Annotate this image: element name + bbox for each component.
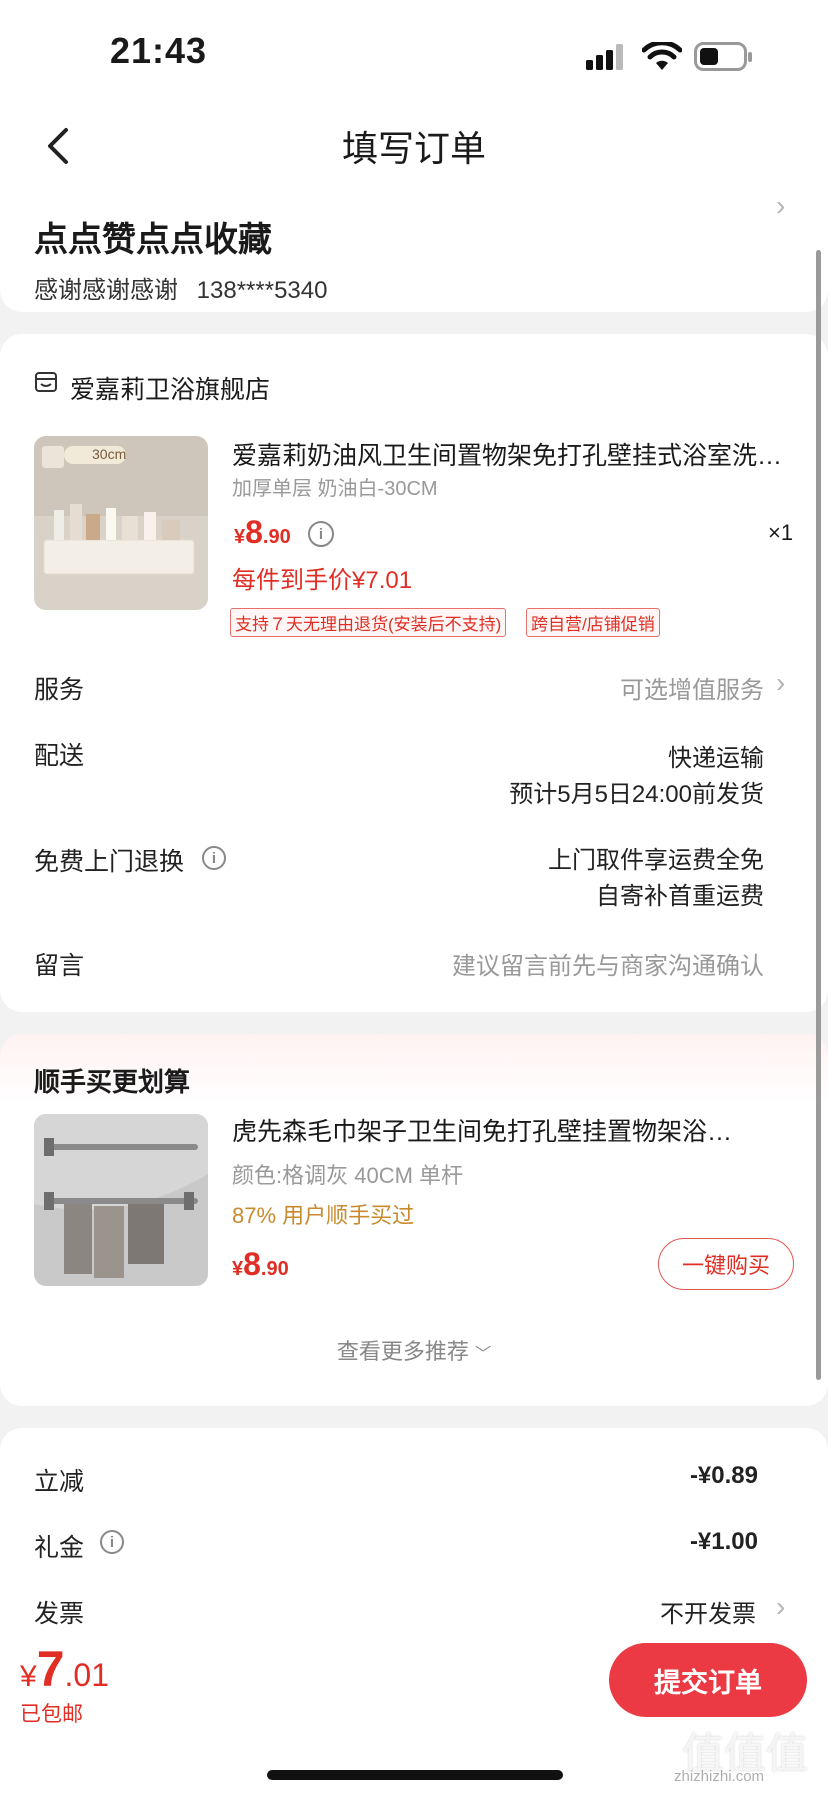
chevron-down-icon: ﹀ (475, 1346, 492, 1363)
chevron-right-icon: › (776, 667, 786, 698)
total-price: ¥7.01 (20, 1641, 109, 1697)
contact-phone: 138****5340 (196, 277, 328, 304)
service-value[interactable]: 可选增值服务 (620, 670, 764, 705)
discount-value: -¥0.89 (689, 1462, 758, 1489)
product-quantity: ×1 (768, 520, 794, 545)
product-title[interactable]: 爱嘉莉奶油风卫生间置物架免打孔壁挂式浴室洗… (232, 436, 792, 472)
info-icon[interactable]: i (100, 1530, 124, 1554)
home-indicator (267, 1770, 563, 1780)
gift-value: -¥1.00 (689, 1528, 758, 1555)
note-input[interactable]: 建议留言前先与商家沟通确认 (452, 946, 764, 981)
see-more-recommend[interactable]: 查看更多推荐 ﹀ (0, 1334, 828, 1366)
gift-label: 礼金 (34, 1534, 85, 1562)
note-label: 留言 (34, 952, 85, 980)
recommend-spec: 颜色:格调灰 40CM 单杆 (232, 1163, 464, 1188)
delivery-method: 快递运输 (668, 745, 764, 772)
scrollbar[interactable] (816, 250, 821, 1380)
invoice-label: 发票 (34, 1600, 85, 1628)
chevron-right-icon: › (776, 190, 786, 221)
see-more-label: 查看更多推荐 (336, 1339, 469, 1364)
final-price: 每件到手价¥7.01 (232, 567, 413, 594)
info-icon[interactable]: i (202, 846, 226, 870)
delivery-estimate: 预计5月5日24:00前发货 (509, 781, 764, 808)
promo-tag: 跨自营/店铺促销 (526, 608, 660, 637)
store-name[interactable]: 爱嘉莉卫浴旗舰店 (70, 370, 270, 406)
one-click-buy-button[interactable]: 一键购买 (658, 1238, 794, 1290)
signal-icon (586, 44, 623, 70)
recipient-name: 点点赞点点收藏 (34, 221, 272, 259)
info-icon[interactable]: i (308, 521, 334, 547)
submit-order-button[interactable]: 提交订单 (609, 1643, 807, 1717)
product-image[interactable]: 30cm (34, 436, 208, 610)
recommend-header: 顺手买更划算 (34, 1067, 191, 1097)
watermark-domain: zhizhizhi.com (674, 1768, 765, 1785)
delivery-label: 配送 (34, 742, 85, 770)
invoice-value[interactable]: 不开发票 (660, 1594, 756, 1629)
recommend-title[interactable]: 虎先森毛巾架子卫生间免打孔壁挂置物架浴… (232, 1112, 792, 1148)
wifi-icon (642, 42, 682, 70)
return-policy-tag: 支持７天无理由退货(安装后不支持) (230, 608, 507, 637)
battery-icon (694, 42, 752, 71)
product-price: ¥8.90 (234, 514, 291, 550)
exchange-value-1: 上门取件享运费全免 (548, 847, 764, 874)
page-title: 填写订单 (341, 128, 486, 169)
product-spec[interactable]: 加厚单层 奶油白-30CM (232, 472, 438, 501)
recommend-price: ¥8.90 (232, 1246, 289, 1282)
chevron-right-icon: › (776, 1591, 786, 1622)
free-exchange-label: 免费上门退换 (34, 848, 185, 876)
contact-name: 感谢感谢感谢 (34, 277, 178, 304)
shipping-status: 已包邮 (20, 1703, 83, 1726)
recommend-bought: 87% 用户顺手买过 (232, 1203, 415, 1228)
store-icon (35, 372, 57, 392)
service-label: 服务 (34, 676, 85, 704)
discount-label: 立减 (34, 1468, 85, 1496)
recipient-contact: 感谢感谢感谢 138****5340 (34, 270, 327, 305)
thumb-size-label: 30cm (92, 446, 127, 462)
recommend-image[interactable] (34, 1114, 208, 1286)
exchange-value-2: 自寄补首重运费 (596, 883, 764, 910)
status-time: 21:43 (110, 30, 208, 71)
